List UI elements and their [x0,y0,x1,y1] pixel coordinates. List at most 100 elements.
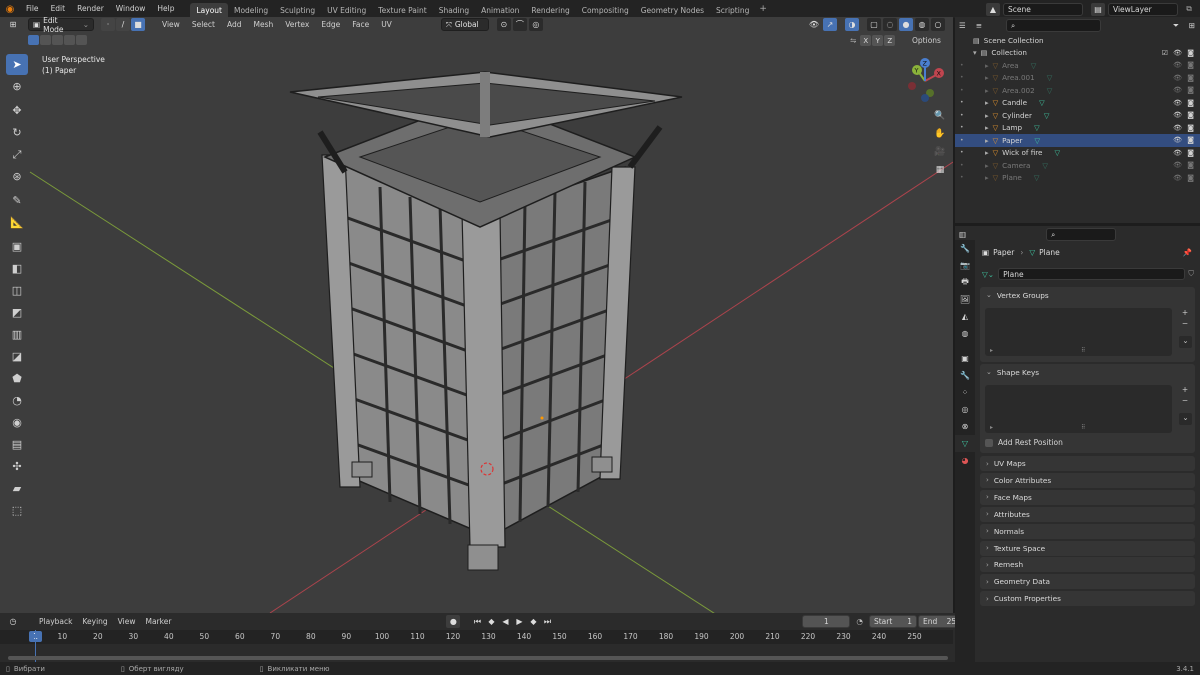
outliner-item-area[interactable]: • ▸ ▽ Area ▽ 👁 ◙ [955,59,1200,72]
proportional-edit-icon[interactable]: ◎ [528,18,543,31]
face-select-icon[interactable]: ■ [131,18,145,31]
solid-shading-icon[interactable]: ● [899,18,913,31]
eye-icon[interactable]: 👁 [1173,136,1182,144]
outliner-search-input[interactable]: ⌕ [1006,19,1102,32]
select-subtract-icon[interactable] [52,35,63,45]
menu-window[interactable]: Window [110,0,152,18]
mode-dropdown[interactable]: ▣ Edit Mode ⌄ [28,16,94,34]
pan-hand-icon[interactable]: ✋ [932,126,948,142]
rendered-shading-icon[interactable]: ○ [931,18,945,31]
select-new-icon[interactable] [28,35,39,45]
smooth-tool-icon[interactable]: ◉ [6,412,28,433]
select-invert-icon[interactable] [64,35,75,45]
render-camera-icon[interactable]: ◙ [1187,74,1194,82]
mesh-datablock-icon[interactable]: ▽⌄ [982,270,994,279]
view-layer-tab-icon[interactable]: 🖼 [955,291,975,308]
menu-keying[interactable]: Keying [77,614,112,629]
record-icon[interactable]: ● [446,615,461,628]
tool-tab-icon[interactable]: 🔧 [955,240,975,257]
render-camera-icon[interactable]: ◙ [1187,61,1194,69]
add-rest-position-checkbox[interactable] [985,438,993,447]
menu-select[interactable]: Select [187,17,220,32]
render-camera-icon[interactable]: ◙ [1187,149,1194,157]
transform-tool-icon[interactable]: ⊛ [6,166,28,187]
play-reverse-icon[interactable]: ◀ [498,615,512,628]
vertex-groups-header[interactable]: ⌄ Vertex Groups [980,287,1195,303]
menu-vertex[interactable]: Vertex [280,17,314,32]
constraints-tab-icon[interactable]: ⊗ [955,418,975,435]
modifier-tab-icon[interactable]: 🔧 [955,367,975,384]
render-camera-icon[interactable]: ◙ [1187,136,1194,144]
eye-icon[interactable]: 👁 [1173,99,1182,107]
filter-display-icon[interactable]: ≡ [976,21,982,30]
tab-modeling[interactable]: Modeling [228,3,274,18]
tab-sculpting[interactable]: Sculpting [274,3,321,18]
edge-slide-tool-icon[interactable]: ▤ [6,434,28,455]
visibility-icon[interactable]: 👁 [807,18,821,31]
tab-layout[interactable]: Layout [190,2,228,18]
list-resize-handle[interactable]: ⠿ [1081,347,1085,354]
outliner-item-area-002[interactable]: • ▸ ▽ Area.002 ▽ 👁 ◙ [955,84,1200,97]
tab-animation[interactable]: Animation [475,3,525,18]
tab-scripting[interactable]: Scripting [710,3,755,18]
expand-arrow-icon[interactable]: ▸ [985,161,989,170]
render-camera-icon[interactable]: ◙ [1187,111,1194,119]
menu-marker[interactable]: Marker [140,614,176,629]
frame-ruler[interactable]: 1102030405060708090100110120130140150160… [0,630,953,644]
mesh-name-field[interactable]: Plane [998,268,1186,280]
scene-selector[interactable]: Scene [1003,2,1083,16]
rotate-tool-icon[interactable]: ↻ [6,122,28,143]
remove-vertex-group-icon[interactable]: − [1179,319,1191,328]
expand-arrow-icon[interactable]: ▸ [985,61,989,70]
eye-icon[interactable]: 👁 [1173,86,1182,94]
camera-view-icon[interactable]: 🎥 [932,144,948,160]
outliner-item-area-001[interactable]: • ▸ ▽ Area.001 ▽ 👁 ◙ [955,72,1200,85]
menu-help[interactable]: Help [151,0,180,18]
menu-playback[interactable]: Playback [34,614,77,629]
select-extend-icon[interactable] [40,35,51,45]
timeline-scrollbar[interactable] [8,656,948,660]
scene-icon[interactable]: ▲ [986,2,1000,16]
bevel-tool-icon[interactable]: ◩ [6,302,28,323]
menu-edge[interactable]: Edge [316,17,345,32]
physics-tab-icon[interactable]: ◎ [955,401,975,418]
object-tab-icon[interactable]: ▣ [955,350,975,367]
scale-tool-icon[interactable]: ⤢ [6,144,28,165]
list-expand-icon[interactable]: ▸ [990,347,993,354]
inset-tool-icon[interactable]: ◫ [6,280,28,301]
panel-normals[interactable]: › Normals [980,523,1195,539]
list-resize-handle[interactable]: ⠿ [1081,424,1085,431]
tab-shading[interactable]: Shading [433,3,475,18]
shrink-fatten-tool-icon[interactable]: ✣ [6,456,28,477]
cursor-tool-icon[interactable]: ⊕ [6,76,28,97]
3d-viewport[interactable] [0,17,953,613]
options-dropdown[interactable]: Options [912,36,941,45]
menu-mesh[interactable]: Mesh [248,17,278,32]
properties-search-input[interactable]: ⌕ [1046,227,1117,241]
material-shading-icon[interactable]: ◍ [915,18,929,31]
outliner-item-camera[interactable]: • ▸ ▽ Camera ▽ 👁 ◙ [955,159,1200,172]
menu-uv[interactable]: UV [376,17,397,32]
panel-geometry-data[interactable]: › Geometry Data [980,574,1195,590]
expand-arrow-icon[interactable]: ▸ [985,173,989,182]
panel-face-maps[interactable]: › Face Maps [980,489,1195,505]
play-icon[interactable]: ▶ [512,615,526,628]
expand-arrow-icon[interactable]: ▸ [985,123,989,132]
eye-icon[interactable]: 👁 [1173,111,1182,119]
poly-build-tool-icon[interactable]: ⬟ [6,368,28,389]
eye-icon[interactable]: 👁 [1173,174,1182,182]
jump-end-icon[interactable]: ⏭ [540,615,554,628]
add-cube-tool-icon[interactable]: ▣ [6,236,28,257]
overlay-toggle-icon[interactable]: ◑ [845,18,859,31]
expand-arrow-icon[interactable]: ▸ [985,111,989,120]
outliner-item-wick-of-fire[interactable]: • ▸ ▽ Wick of fire ▽ 👁 ◙ [955,147,1200,160]
collection-row[interactable]: ▾ ▤ Collection ☑ 👁 ◙ [955,47,1200,60]
eye-icon[interactable]: 👁 [1173,161,1182,169]
ortho-toggle-icon[interactable]: ▦ [932,162,948,178]
tab-rendering[interactable]: Rendering [525,3,575,18]
view-layer-icon[interactable]: ▤ [1091,2,1105,16]
vertex-group-specials-icon[interactable]: ⌄ [1179,336,1192,348]
outliner-item-lamp[interactable]: • ▸ ▽ Lamp ▽ 👁 ◙ [955,122,1200,135]
edge-select-icon[interactable]: / [116,18,130,31]
outliner-item-plane[interactable]: • ▸ ▽ Plane ▽ 👁 ◙ [955,172,1200,185]
